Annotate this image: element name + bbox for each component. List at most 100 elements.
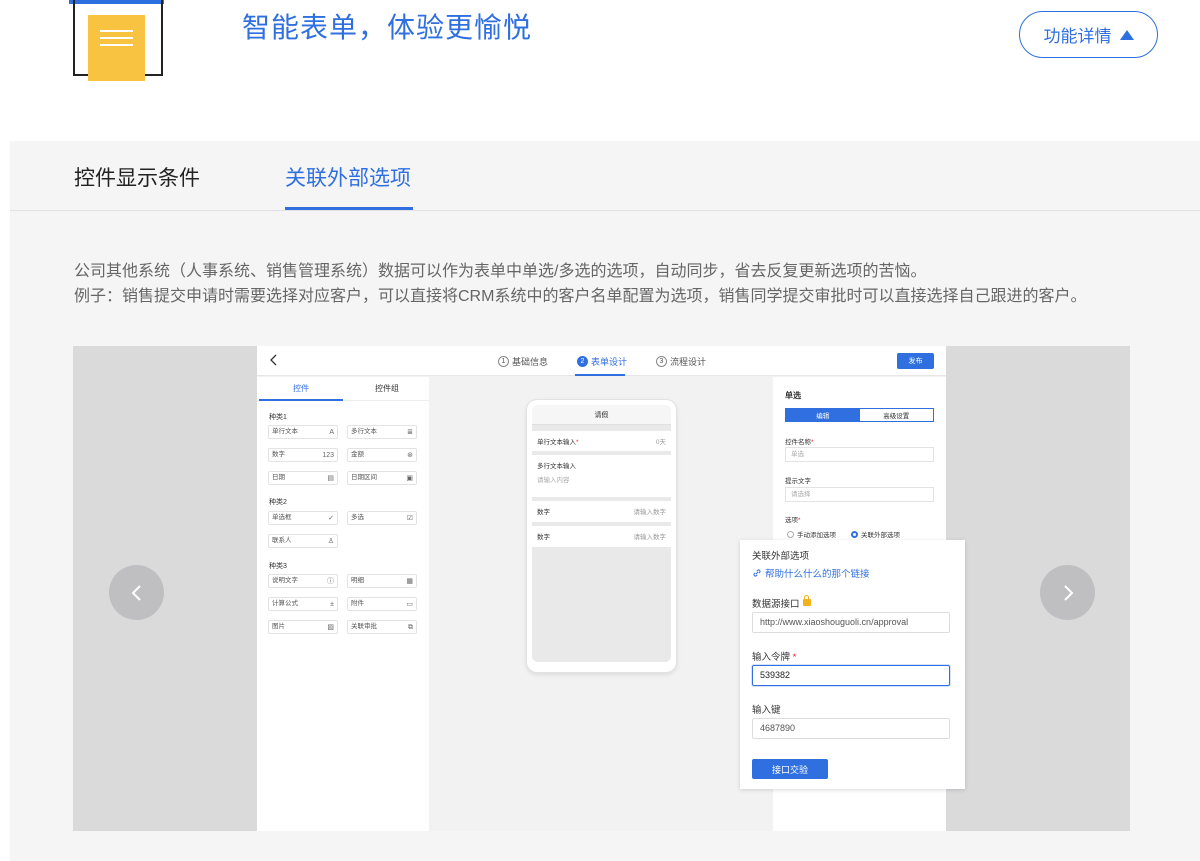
properties-segmented-control: 编辑 高级设置 — [785, 408, 934, 422]
radio-checked-icon — [851, 530, 858, 538]
phone-screen: 请假 单行文本输入* 0天 多行文本输入 请输入内容 数字 请输入数字 数字 请… — [532, 405, 671, 662]
field-label: 单行文本输入 — [537, 439, 576, 446]
active-step-indicator — [575, 374, 625, 376]
step-flow-design[interactable]: 3 流程设计 — [656, 355, 706, 368]
category-title: 种类3 — [269, 563, 287, 570]
linked-approval-icon: ⧉ — [408, 624, 413, 631]
radio-manual-options[interactable]: 手动添加选项 — [787, 529, 836, 539]
form-document-icon — [88, 15, 145, 81]
step-number: 1 — [498, 356, 509, 367]
key-input[interactable]: 4687890 — [752, 718, 950, 739]
hint-label: 提示文字 — [785, 478, 811, 485]
required-mark: * — [792, 652, 797, 663]
tab-display-conditions[interactable]: 控件显示条件 — [74, 162, 200, 192]
feature-title: 智能表单，体验更愉悦 — [242, 12, 533, 43]
category-title: 种类2 — [269, 499, 287, 506]
field-label: 数字 — [537, 534, 550, 541]
hint-input[interactable]: 请选择 — [785, 487, 934, 502]
description-line-1: 公司其他系统（人事系统、销售管理系统）数据可以作为表单中单选/多选的选项，自动同… — [74, 263, 927, 280]
form-field[interactable]: 多行文本输入 请输入内容 — [532, 455, 671, 497]
radio-external-options[interactable]: 关联外部选项 — [851, 529, 900, 539]
description-line-2: 例子：销售提交申请时需要选择对应客户，可以直接将CRM系统中的客户名单配置为选项… — [74, 288, 1087, 305]
table-icon: ▦ — [406, 578, 413, 585]
form-field[interactable]: 数字 请输入数字 — [532, 501, 671, 522]
verify-api-button[interactable]: 接口交验 — [752, 759, 828, 779]
form-title: 请假 — [532, 405, 671, 425]
info-icon: ⓘ — [327, 578, 334, 585]
form-field[interactable]: 单行文本输入* 0天 — [532, 431, 671, 451]
control-label: 附件 — [351, 600, 364, 607]
control-item[interactable]: 日期区间 ▣ — [347, 471, 417, 485]
field-placeholder: 请输入数字 — [633, 534, 667, 541]
carousel-prev-button[interactable] — [109, 565, 164, 620]
control-name-input[interactable]: 单选 — [785, 447, 934, 462]
source-url-input[interactable]: http://www.xiaoshouguoli.cn/approval — [752, 612, 950, 633]
field-label: 多行文本输入 — [537, 463, 576, 470]
form-preview-phone: 请假 单行文本输入* 0天 多行文本输入 请输入内容 数字 请输入数字 数字 请… — [527, 400, 676, 672]
source-label: 数据源接口 — [752, 595, 811, 610]
control-label: 日期 — [272, 474, 285, 481]
step-number: 3 — [656, 356, 667, 367]
control-item[interactable]: 数字 123 — [268, 448, 338, 462]
field-label: 数字 — [537, 509, 550, 516]
seg-edit[interactable]: 编辑 — [786, 409, 860, 421]
step-number: 2 — [577, 356, 588, 367]
control-item[interactable]: 计算公式 ± — [268, 597, 338, 611]
contact-icon: ♙ — [327, 538, 334, 545]
control-item[interactable]: 附件 ▭ — [347, 597, 417, 611]
collapse-up-icon — [1119, 29, 1134, 40]
lock-icon — [802, 595, 811, 606]
date-range-icon: ▣ — [406, 475, 413, 482]
category-title: 种类1 — [269, 414, 287, 421]
control-label: 数字 — [272, 451, 285, 458]
designer-top-bar: 1 基础信息 2 表单设计 3 流程设计 发布 — [257, 346, 946, 376]
folder-icon: ▭ — [406, 601, 413, 608]
step-label: 流程设计 — [670, 357, 707, 367]
control-item[interactable]: 金额 ⊛ — [347, 448, 417, 462]
control-item[interactable]: 说明文字 ⓘ — [268, 574, 338, 588]
step-form-design[interactable]: 2 表单设计 — [577, 355, 627, 368]
popup-title: 关联外部选项 — [752, 551, 810, 562]
form-field[interactable]: 数字 请输入数字 — [532, 526, 671, 547]
checkbox-icon: ☑ — [406, 515, 413, 522]
control-label: 多行文本 — [351, 428, 377, 435]
control-item[interactable]: 单行文本 A — [268, 425, 338, 439]
feature-header — [10, 0, 1200, 141]
control-item[interactable]: 日期 ▤ — [268, 471, 338, 485]
feature-detail-button[interactable]: 功能详情 — [1019, 11, 1158, 58]
token-input[interactable]: 539382 — [752, 665, 950, 686]
controls-panel: 控件 控件组 种类1 单行文本 A 多行文本 ≣ 数字 123 金额 ⊛ 日期 ▤ 日期区… — [257, 377, 429, 831]
step-basic-info[interactable]: 1 基础信息 — [498, 355, 548, 368]
token-label: 输入令牌 * — [752, 652, 797, 663]
publish-button[interactable]: 发布 — [897, 353, 934, 369]
formula-icon: ± — [330, 601, 334, 608]
tab-control-groups[interactable]: 控件组 — [375, 383, 399, 394]
number-icon: 123 — [322, 452, 334, 459]
control-item[interactable]: 联系人 ♙ — [268, 534, 338, 548]
tab-external-options[interactable]: 关联外部选项 — [285, 162, 411, 192]
carousel-next-button[interactable] — [1040, 565, 1095, 620]
external-options-popup: 关联外部选项 帮助什么什么的那个链接 数据源接口 http://www.xiao… — [740, 540, 965, 789]
control-item[interactable]: 单选框 ✓ — [268, 511, 338, 525]
control-item[interactable]: 多选 ☑ — [347, 511, 417, 525]
help-link-label: 帮助什么什么的那个链接 — [765, 569, 870, 580]
control-label: 金额 — [351, 451, 364, 458]
seg-advanced[interactable]: 高级设置 — [860, 409, 934, 421]
control-item[interactable]: 关联审批 ⧉ — [347, 620, 417, 634]
back-arrow-icon[interactable] — [267, 353, 281, 367]
image-icon: ▨ — [327, 624, 334, 631]
control-item[interactable]: 明细 ▦ — [347, 574, 417, 588]
date-icon: ▤ — [327, 475, 334, 482]
control-label: 单选框 — [272, 514, 292, 521]
tab-controls[interactable]: 控件 — [293, 383, 309, 394]
feature-tabs: 控件显示条件 关联外部选项 — [10, 141, 1200, 211]
screenshot-carousel: 1 基础信息 2 表单设计 3 流程设计 发布 控件 控件组 种类1 单行文本 … — [73, 346, 1130, 831]
control-item[interactable]: 多行文本 ≣ — [347, 425, 417, 439]
control-label: 联系人 — [272, 537, 292, 544]
money-icon: ⊛ — [407, 452, 413, 459]
help-link[interactable]: 帮助什么什么的那个链接 — [752, 566, 870, 580]
active-tab-indicator — [259, 399, 343, 401]
step-label: 基础信息 — [512, 357, 549, 367]
radio-label: 关联外部选项 — [861, 532, 900, 539]
control-item[interactable]: 图片 ▨ — [268, 620, 338, 634]
